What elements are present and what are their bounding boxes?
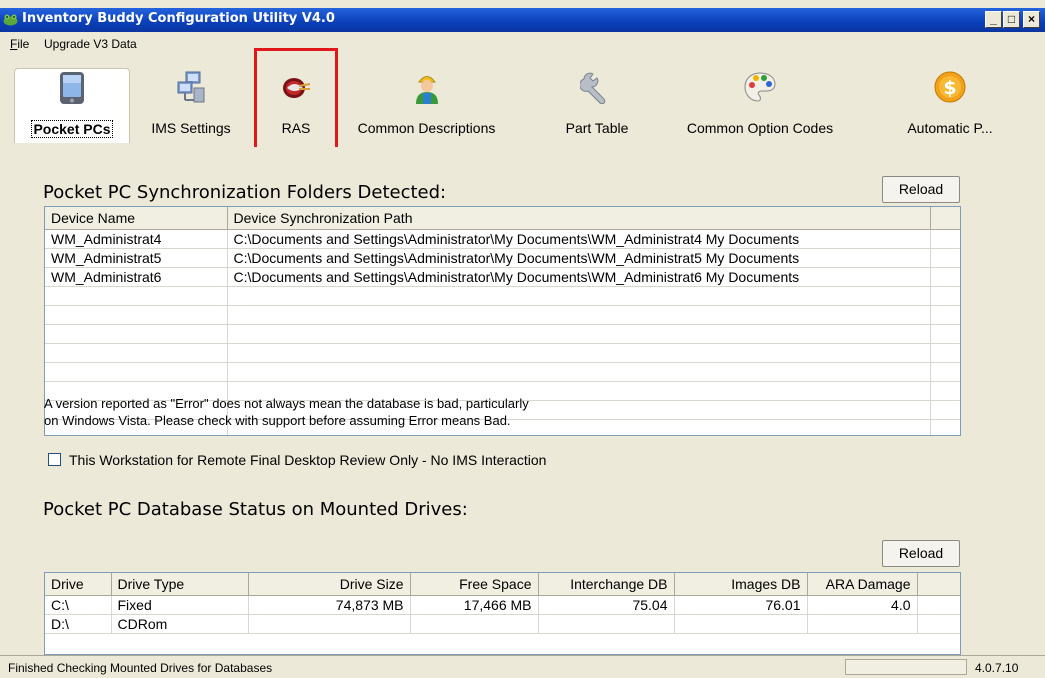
column-header[interactable]: Drive [45, 573, 112, 596]
drive-size-cell: 74,873 MB [248, 595, 411, 615]
table-row[interactable]: WM_Administrat5 C:\Documents and Setting… [45, 248, 960, 268]
svg-text:$: $ [943, 77, 956, 99]
drive-cell: C:\ [45, 595, 112, 615]
dollar-coin-icon: $ [934, 71, 966, 103]
column-header[interactable]: Drive Type [111, 573, 249, 596]
tab-label: Pocket PCs [31, 120, 113, 138]
menu-bar: File Upgrade V3 Data [0, 32, 1045, 54]
remote-review-label: This Workstation for Remote Final Deskto… [69, 452, 547, 468]
drive-type-cell: CDRom [111, 614, 249, 634]
drive-cell: D:\ [45, 614, 112, 634]
images-db-cell: 76.01 [674, 595, 808, 615]
db-status-note: A version reported as "Error" does not a… [44, 396, 529, 428]
table-row [45, 286, 960, 306]
column-header[interactable]: Interchange DB [538, 573, 675, 596]
table-row [45, 305, 960, 325]
status-progress-bar [845, 659, 967, 675]
maximize-button[interactable]: □ [1003, 11, 1020, 28]
drive-size-cell [248, 614, 411, 634]
table-row[interactable]: WM_Administrat4 C:\Documents and Setting… [45, 229, 960, 249]
device-name-cell: WM_Administrat4 [45, 229, 228, 249]
remote-review-checkbox[interactable] [48, 453, 61, 466]
column-header[interactable]: Device Name [45, 207, 228, 230]
minimize-button[interactable]: _ [985, 11, 1002, 28]
interchange-db-cell: 75.04 [538, 595, 675, 615]
tab-label: Common Descriptions [357, 120, 496, 136]
images-db-cell [674, 614, 808, 634]
table-row[interactable]: WM_Administrat6 C:\Documents and Setting… [45, 267, 960, 287]
close-button[interactable]: × [1023, 11, 1040, 28]
tab-label: IMS Settings [151, 120, 231, 136]
interchange-db-cell [538, 614, 675, 634]
worker-icon [415, 76, 438, 104]
sync-reload-button[interactable]: Reload [882, 176, 960, 203]
db-status-table[interactable]: Drive Drive Type Drive Size Free Space I… [44, 572, 961, 655]
menu-upgrade-v3-data[interactable]: Upgrade V3 Data [44, 37, 137, 51]
sync-path-cell: C:\Documents and Settings\Administrator\… [227, 267, 931, 287]
pocket-pcs-panel: Pocket PC Synchronization Folders Detect… [0, 147, 1045, 655]
table-row [45, 343, 960, 363]
highlight-box [254, 48, 338, 153]
table-row [45, 324, 960, 344]
status-message: Finished Checking Mounted Drives for Dat… [8, 661, 273, 675]
ara-damage-cell [807, 614, 918, 634]
column-header[interactable]: Device Synchronization Path [227, 207, 931, 230]
tab-label: Common Option Codes [686, 120, 834, 136]
sync-path-cell: C:\Documents and Settings\Administrator\… [227, 229, 931, 249]
column-header[interactable]: Drive Size [248, 573, 411, 596]
remote-review-option[interactable]: This Workstation for Remote Final Deskto… [48, 452, 546, 468]
tab-automatic-p[interactable]: $ Automatic P... [895, 68, 1005, 142]
column-header[interactable]: Images DB [674, 573, 808, 596]
frog-app-icon [3, 14, 18, 26]
app-window: Inventory Buddy Configuration Utility V4… [0, 0, 1045, 678]
table-row[interactable]: D:\ CDRom [45, 614, 960, 634]
version-label: 4.0.7.10 [975, 661, 1019, 675]
network-computers-icon [177, 71, 205, 103]
device-name-cell: WM_Administrat5 [45, 248, 228, 268]
tab-common-option-codes[interactable]: Common Option Codes [674, 68, 846, 142]
table-row [45, 362, 960, 382]
pocket-pc-icon [60, 72, 84, 104]
db-status-section-title: Pocket PC Database Status on Mounted Dri… [43, 499, 468, 520]
menu-file[interactable]: File [10, 37, 29, 51]
sync-section-title: Pocket PC Synchronization Folders Detect… [43, 182, 447, 203]
title-bar[interactable]: Inventory Buddy Configuration Utility V4… [0, 8, 1045, 32]
device-name-cell: WM_Administrat6 [45, 267, 228, 287]
free-space-cell [410, 614, 539, 634]
tab-common-descriptions[interactable]: Common Descriptions [344, 68, 509, 142]
window-title: Inventory Buddy Configuration Utility V4… [22, 11, 335, 26]
drive-type-cell: Fixed [111, 595, 249, 615]
tab-part-table[interactable]: Part Table [545, 68, 649, 142]
tab-strip: Pocket PCs IMS Settings RAS Common Descr… [0, 54, 1045, 173]
tab-ims-settings[interactable]: IMS Settings [136, 68, 246, 142]
free-space-cell: 17,466 MB [410, 595, 539, 615]
column-header[interactable]: Free Space [410, 573, 539, 596]
tab-label: Part Table [565, 120, 629, 136]
table-row[interactable]: C:\ Fixed 74,873 MB 17,466 MB 75.04 76.0… [45, 595, 960, 615]
column-header[interactable]: ARA Damage [807, 573, 918, 596]
tab-label: Automatic P... [907, 120, 993, 136]
db-reload-button[interactable]: Reload [882, 540, 960, 567]
wrench-icon [580, 72, 606, 104]
tab-pocket-pcs[interactable]: Pocket PCs [14, 68, 130, 143]
palette-icon [744, 72, 776, 102]
status-bar: Finished Checking Mounted Drives for Dat… [0, 655, 1045, 678]
ara-damage-cell: 4.0 [807, 595, 918, 615]
sync-path-cell: C:\Documents and Settings\Administrator\… [227, 248, 931, 268]
